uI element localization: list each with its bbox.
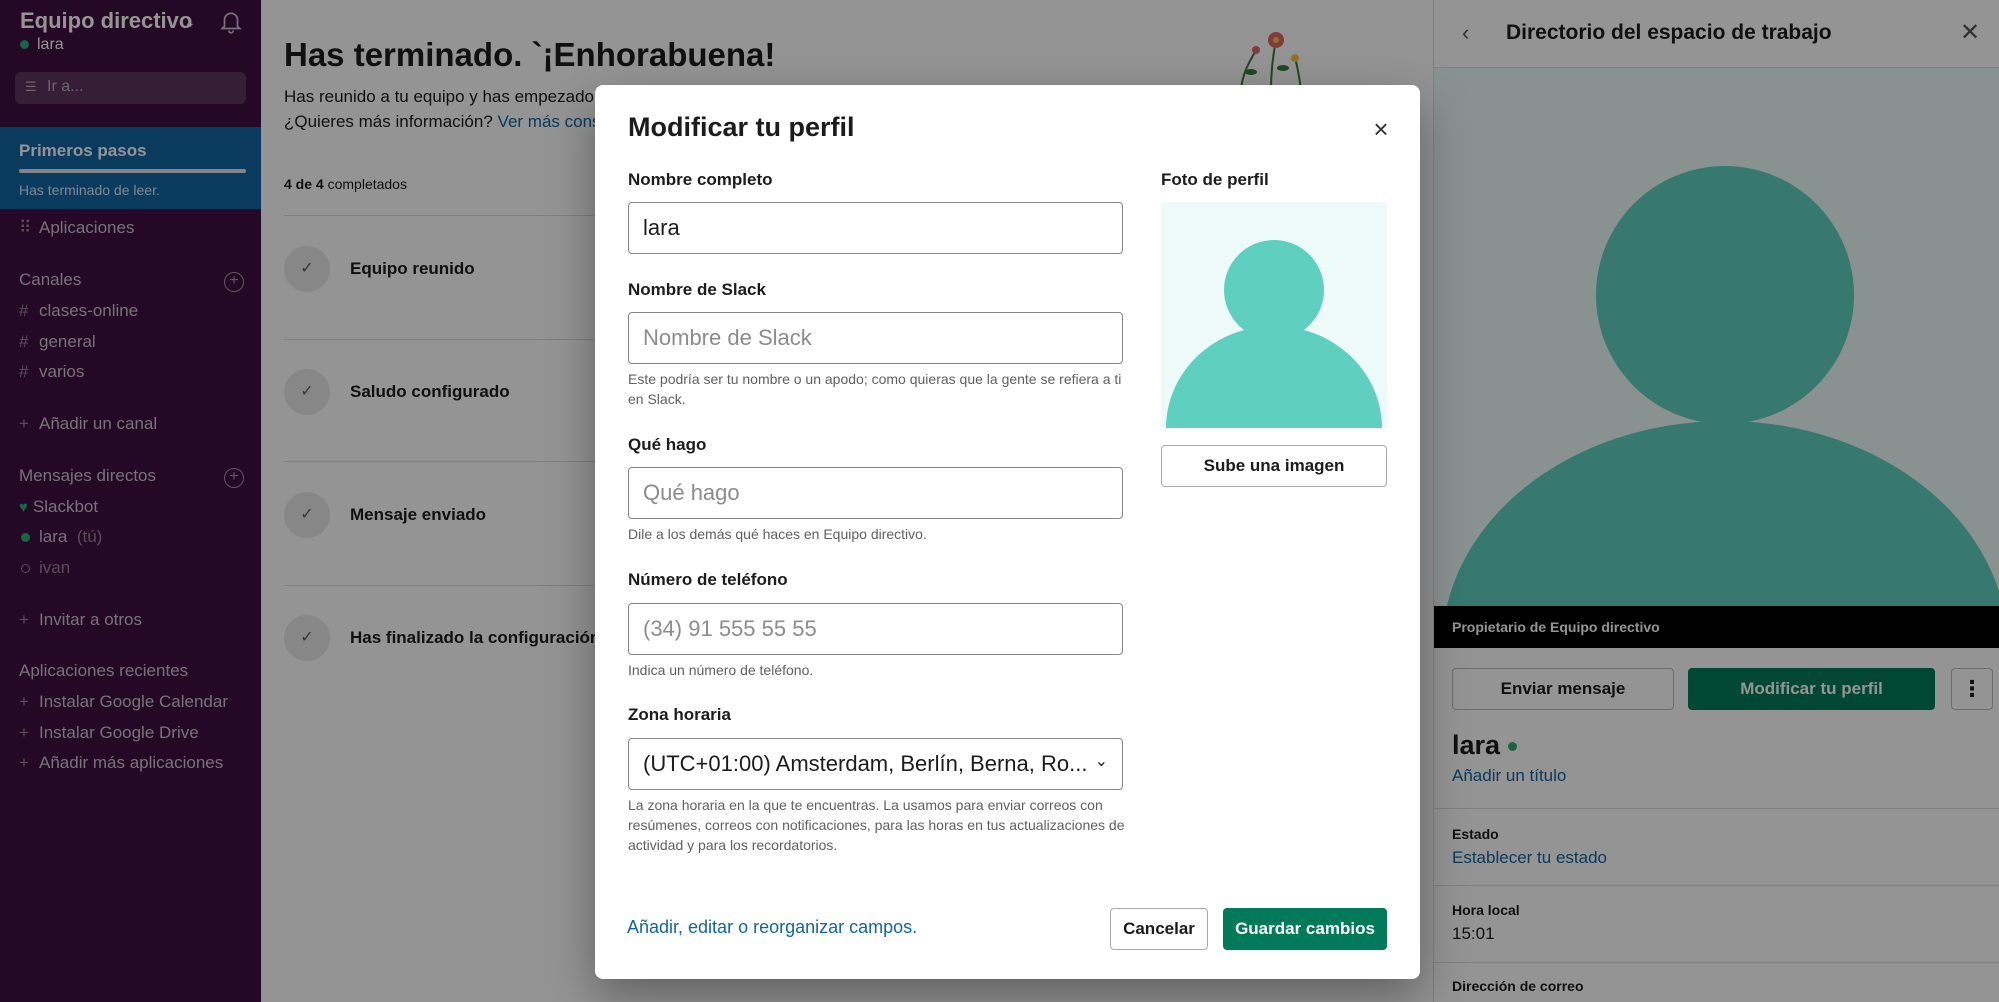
edit-fields-link[interactable]: Añadir, editar o reorganizar campos. <box>627 917 917 938</box>
timezone-label: Zona horaria <box>628 705 731 724</box>
phone-label: Número de teléfono <box>628 570 788 589</box>
timezone-help: La zona horaria en la que te encuentras.… <box>628 797 1125 853</box>
profile-photo-label: Foto de perfil <box>1161 170 1269 189</box>
what-i-do-help: Dile a los demás qué haces en Equipo dir… <box>628 526 927 542</box>
full-name-field[interactable]: lara <box>628 202 1123 254</box>
slack-name-label: Nombre de Slack <box>628 280 766 299</box>
avatar-placeholder-icon <box>1166 240 1382 428</box>
edit-profile-modal: Modificar tu perfil × Nombre completo la… <box>595 85 1420 979</box>
profile-photo-preview <box>1161 202 1387 428</box>
what-i-do-label: Qué hago <box>628 435 707 454</box>
chevron-down-icon: ⌄ <box>1094 753 1108 770</box>
upload-image-button[interactable]: Sube una imagen <box>1161 445 1387 487</box>
modal-title: Modificar tu perfil <box>628 112 855 142</box>
cancel-button[interactable]: Cancelar <box>1110 908 1208 950</box>
close-icon[interactable]: × <box>1365 113 1397 145</box>
phone-help: Indica un número de teléfono. <box>628 662 814 678</box>
slack-name-help: Este podría ser tu nombre o un apodo; co… <box>628 371 1122 407</box>
timezone-select[interactable]: (UTC+01:00) Amsterdam, Berlín, Berna, Ro… <box>628 738 1123 790</box>
phone-field[interactable]: (34) 91 555 55 55 <box>628 603 1123 655</box>
slack-name-field[interactable]: Nombre de Slack <box>628 312 1123 364</box>
what-i-do-field[interactable]: Qué hago <box>628 467 1123 519</box>
save-button[interactable]: Guardar cambios <box>1223 908 1387 950</box>
full-name-label: Nombre completo <box>628 170 773 189</box>
timezone-value: (UTC+01:00) Amsterdam, Berlín, Berna, Ro… <box>643 751 1088 776</box>
